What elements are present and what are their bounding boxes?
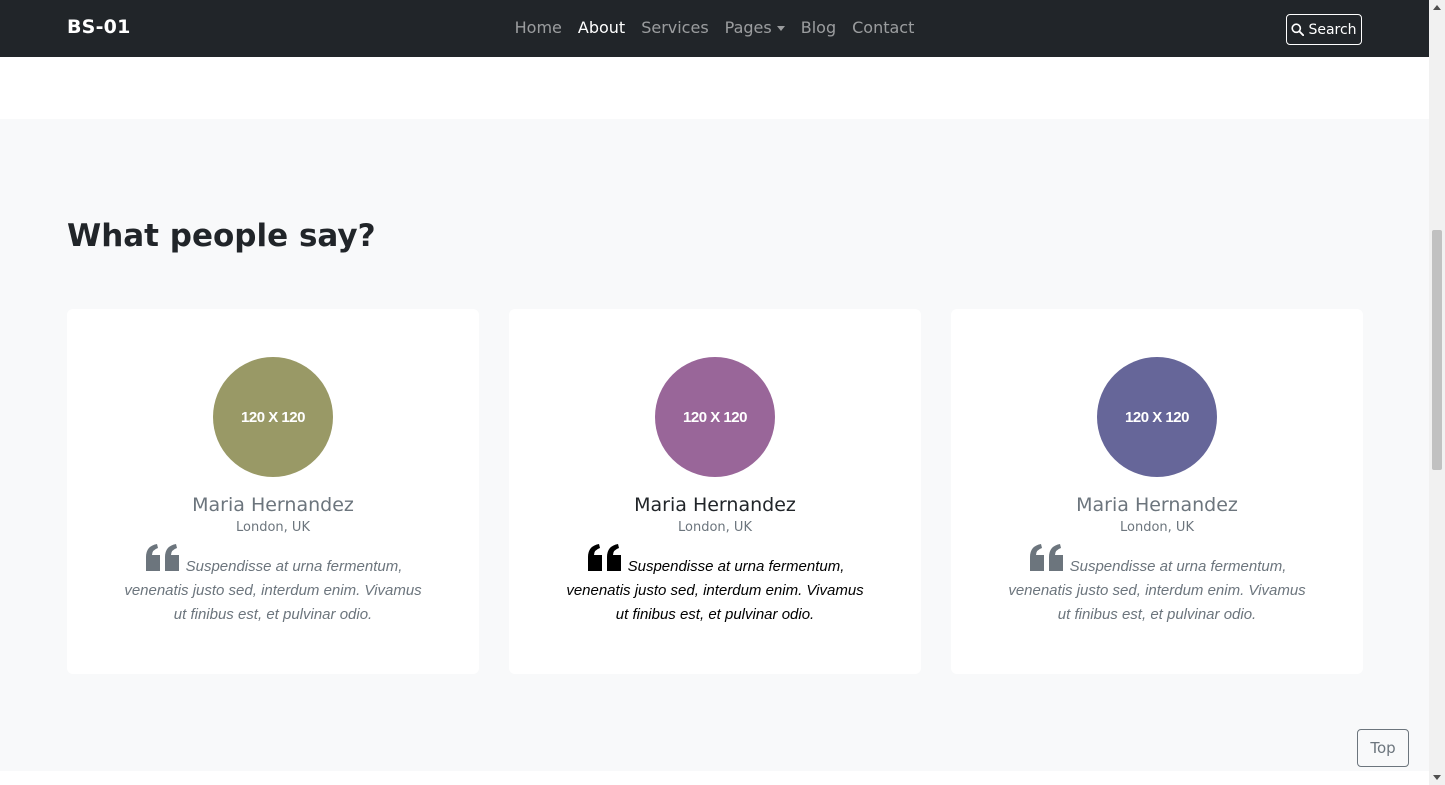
testimonial-location: London, UK — [1120, 520, 1194, 535]
avatar-placeholder-text: 120 X 120 — [1125, 408, 1189, 426]
scrollbar-thumb[interactable] — [1432, 230, 1442, 470]
avatar-placeholder-text: 120 X 120 — [683, 408, 747, 426]
page-scrollbar[interactable] — [1429, 0, 1445, 785]
nav-menu: Home About Services Pages Blog Contact — [0, 18, 1429, 37]
testimonial-location: London, UK — [678, 520, 752, 535]
back-to-top-button[interactable]: Top — [1357, 729, 1409, 767]
avatar: 120 X 120 — [655, 357, 775, 477]
testimonial-card: 120 X 120 Maria Hernandez London, UK Sus… — [509, 309, 921, 674]
testimonial-name: Maria Hernandez — [634, 494, 796, 516]
testimonial-card: 120 X 120 Maria Hernandez London, UK Sus… — [67, 309, 479, 674]
navbar: BS-01 Home About Services Pages Blog Con… — [0, 0, 1429, 57]
nav-home[interactable]: Home — [515, 18, 562, 37]
nav-pages-label: Pages — [724, 18, 772, 37]
quote-left-icon — [587, 544, 621, 571]
search-button[interactable]: Search — [1286, 14, 1362, 45]
search-icon — [1291, 23, 1305, 36]
nav-contact[interactable]: Contact — [852, 18, 914, 37]
avatar-placeholder-text: 120 X 120 — [241, 408, 305, 426]
testimonial-name: Maria Hernandez — [1076, 494, 1238, 516]
avatar: 120 X 120 — [1097, 357, 1217, 477]
nav-services[interactable]: Services — [641, 18, 708, 37]
quote-left-icon — [145, 544, 179, 571]
nav-pages-dropdown[interactable]: Pages — [725, 18, 785, 37]
testimonial-card: 120 X 120 Maria Hernandez London, UK Sus… — [951, 309, 1363, 674]
testimonials-section: What people say? 120 X 120 Maria Hernand… — [0, 119, 1429, 771]
section-heading: What people say? — [67, 218, 376, 254]
avatar: 120 X 120 — [213, 357, 333, 477]
nav-about[interactable]: About — [578, 18, 625, 37]
testimonial-name: Maria Hernandez — [192, 494, 354, 516]
testimonial-location: London, UK — [236, 520, 310, 535]
quote-left-icon — [1029, 544, 1063, 571]
scroll-down-arrow-icon[interactable] — [1433, 775, 1441, 780]
scroll-up-arrow-icon[interactable] — [1433, 5, 1441, 10]
nav-blog[interactable]: Blog — [801, 18, 836, 37]
search-button-label: Search — [1308, 21, 1357, 38]
caret-down-icon — [776, 26, 785, 31]
